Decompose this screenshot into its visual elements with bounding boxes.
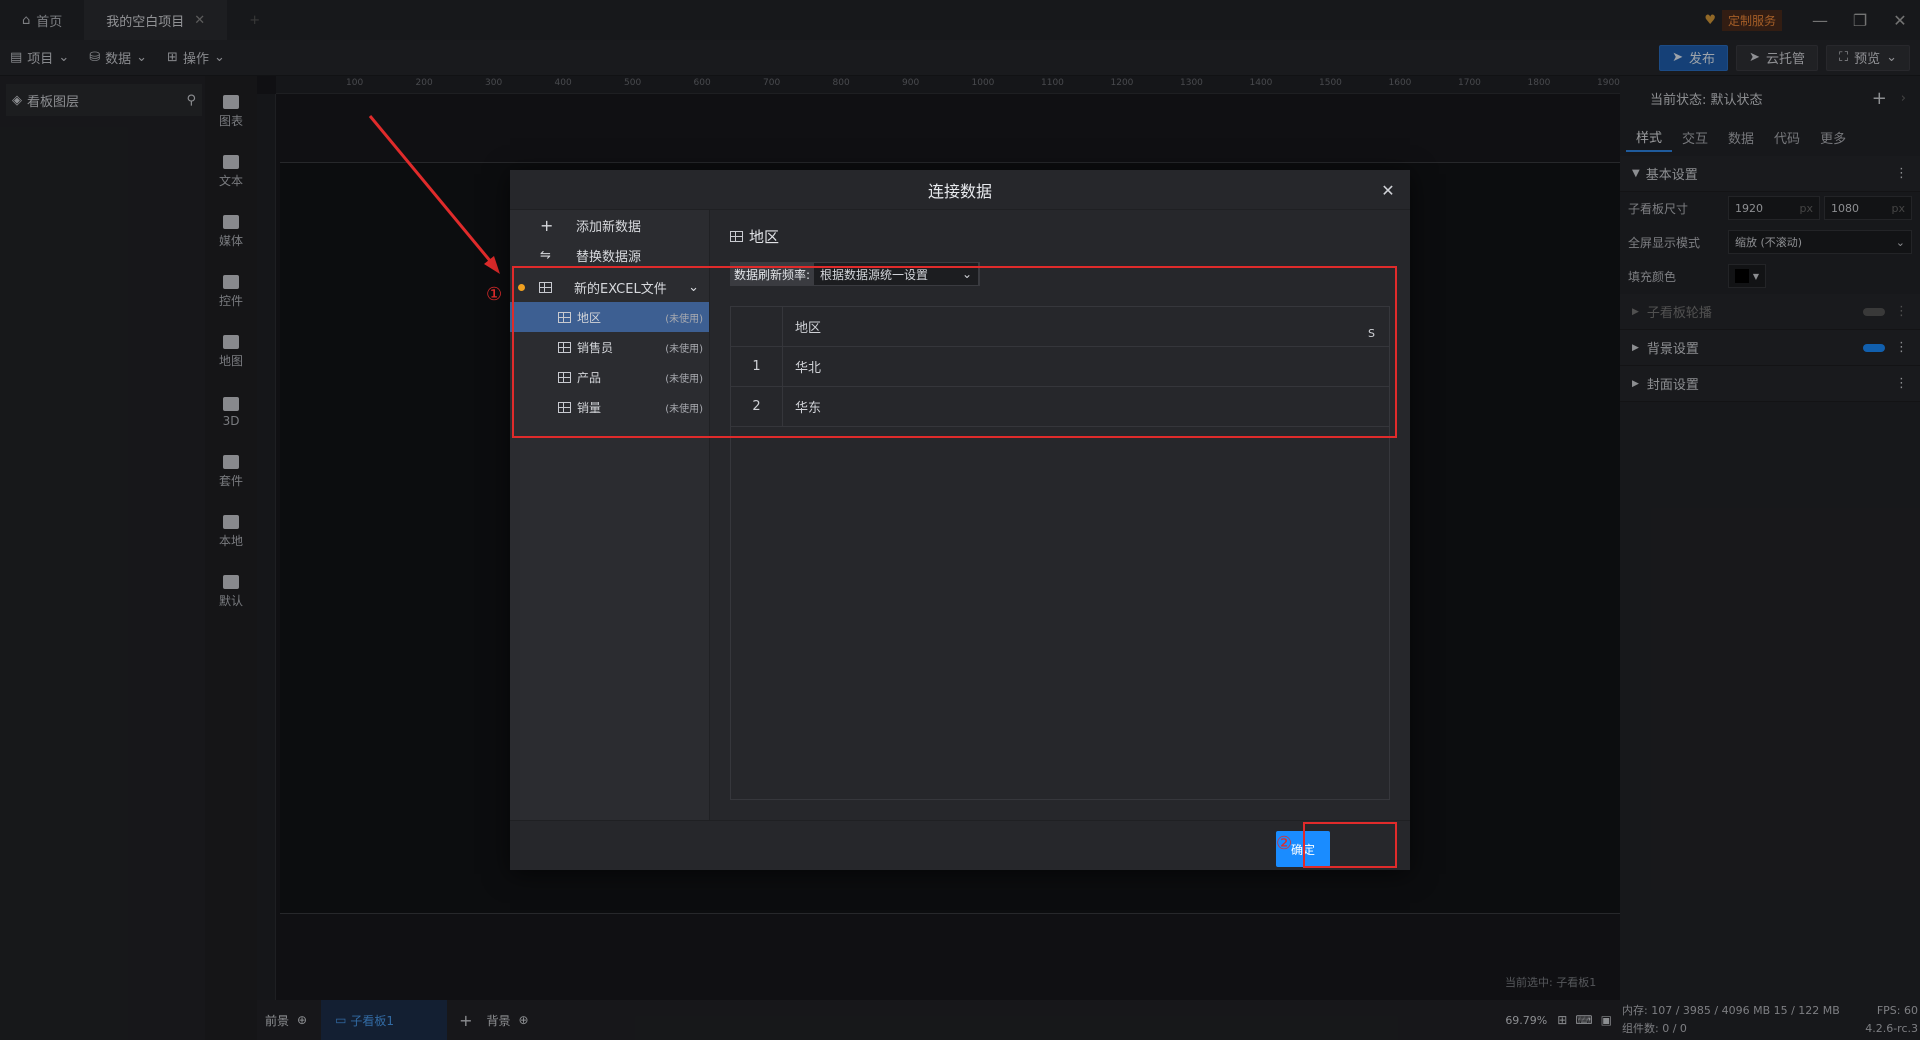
highlight-box-data (512, 266, 1397, 438)
add-data-label: 添加新数据 (576, 219, 642, 235)
plus-icon: + (540, 215, 554, 235)
add-data-button[interactable]: + 添加新数据 (510, 210, 709, 240)
sheet-title-label: 地区 (749, 228, 780, 246)
swap-icon: ⇋ (540, 247, 551, 263)
table-icon (730, 231, 743, 242)
dialog-header: 连接数据 (510, 170, 1410, 210)
dialog-title: 连接数据 (927, 181, 992, 201)
highlight-box-confirm (1303, 822, 1397, 868)
step-marker-2: ② (1276, 833, 1293, 854)
sheet-title: 地区 (730, 226, 779, 247)
replace-source-label: 替换数据源 (576, 249, 642, 265)
annotation-arrow (368, 115, 500, 274)
dialog-footer: 确定 (510, 820, 1410, 870)
dialog-close-button[interactable]: ✕ (1378, 180, 1398, 200)
step-marker-1: ① (486, 284, 503, 305)
